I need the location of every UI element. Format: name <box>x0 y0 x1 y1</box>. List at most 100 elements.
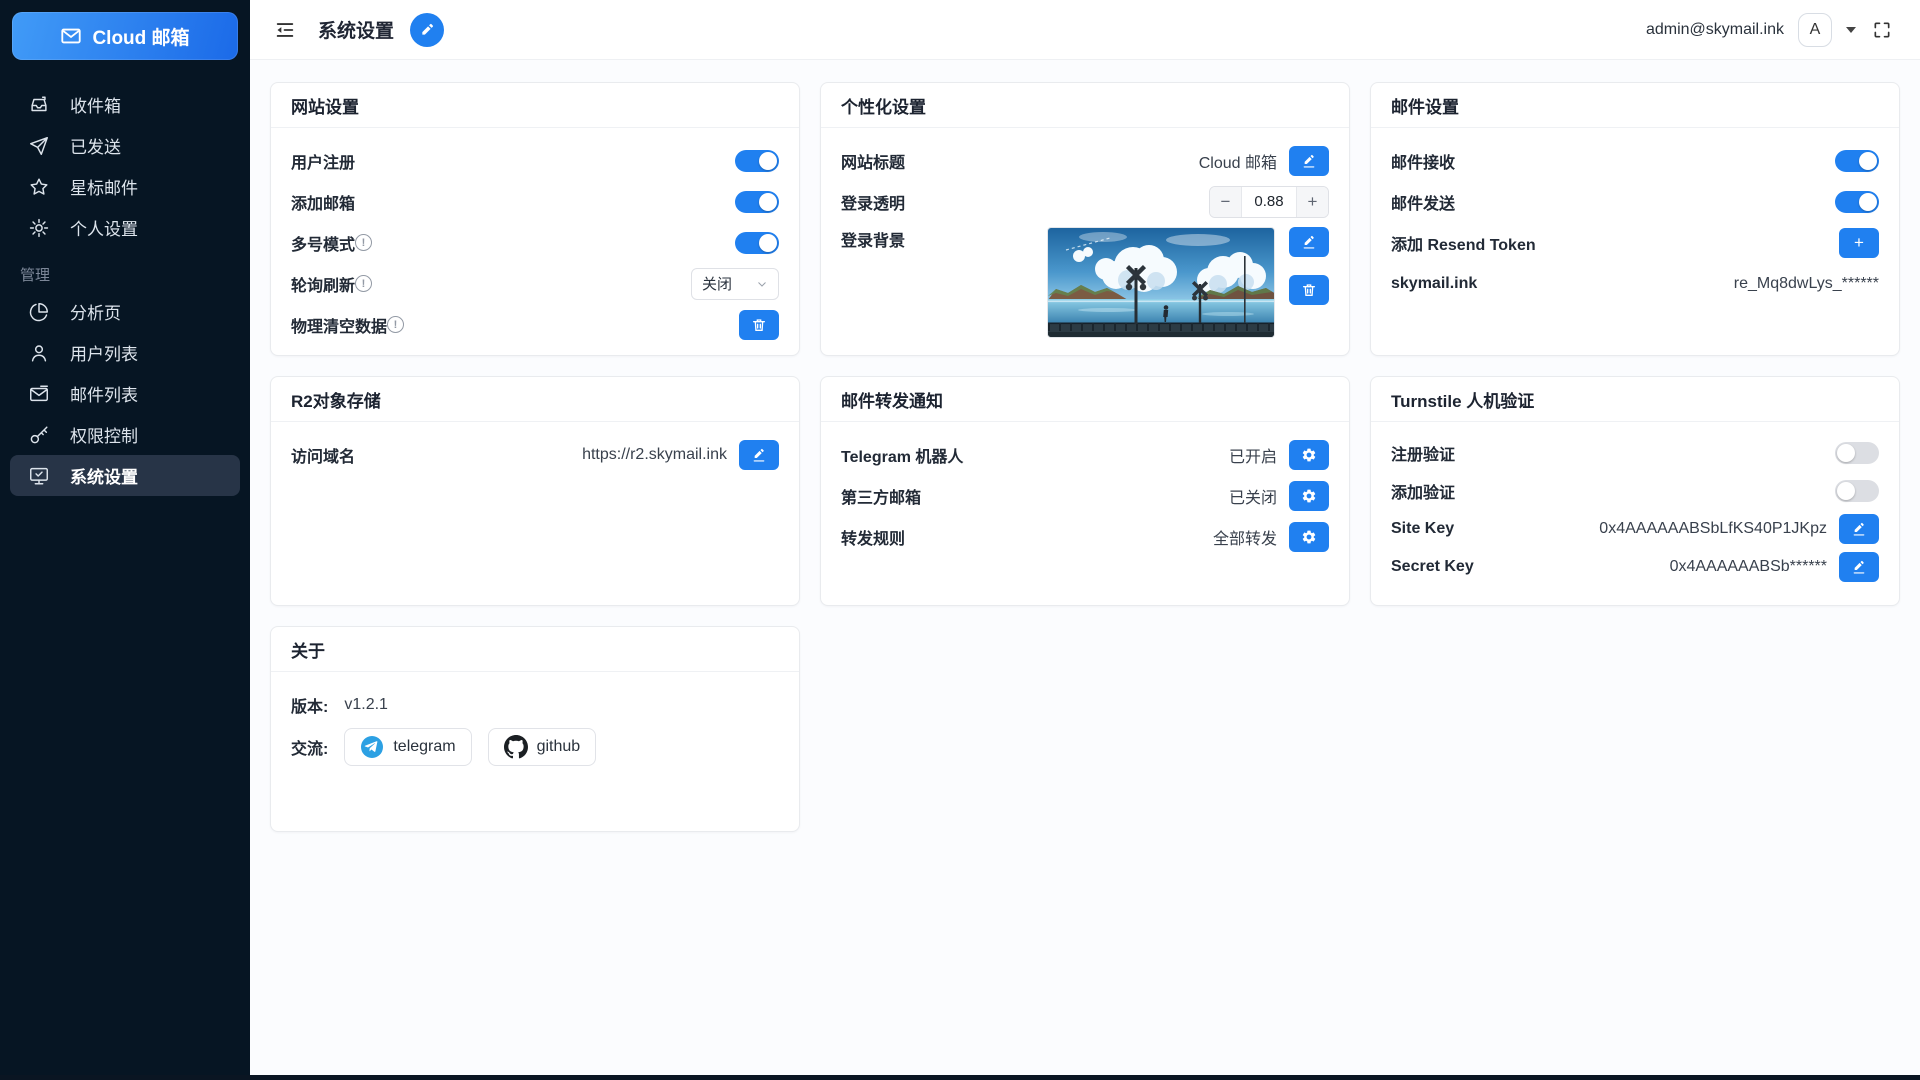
card-site-settings: 网站设置 用户注册 添加邮箱 多号模式 ! <box>270 82 800 356</box>
telegram-icon <box>360 735 384 759</box>
key-icon <box>28 424 50 446</box>
token-domain-label: skymail.ink <box>1391 275 1477 293</box>
user-register-toggle[interactable] <box>735 150 779 172</box>
telegram-link-button[interactable]: telegram <box>344 728 471 766</box>
edit-r2-domain-button[interactable] <box>739 440 779 470</box>
sidebar-nav: 收件箱 已发送 星标邮件 个人设置 管理 分析页 用户列表 邮件列表 <box>0 72 250 496</box>
edit-site-title-button[interactable] <box>1289 146 1329 176</box>
pencil-icon <box>419 22 435 38</box>
setting-row: 版本: v1.2.1 <box>291 684 779 726</box>
sidebar-item-label: 系统设置 <box>70 463 138 488</box>
sidebar-item-sent[interactable]: 已发送 <box>10 125 240 166</box>
sidebar-item-personal-settings[interactable]: 个人设置 <box>10 207 240 248</box>
setting-row: 第三方邮箱 已关闭 <box>841 475 1329 516</box>
site-title-label: 网站标题 <box>841 149 905 173</box>
purge-data-label: 物理清空数据 <box>291 313 387 337</box>
app-logo-button[interactable]: Cloud 邮箱 <box>12 12 238 60</box>
telegram-bot-status: 已开启 <box>1229 443 1277 467</box>
sidebar-item-mail-list[interactable]: 邮件列表 <box>10 373 240 414</box>
sidebar-item-permissions[interactable]: 权限控制 <box>10 414 240 455</box>
gear-icon <box>1301 529 1317 545</box>
login-background-image <box>1048 228 1275 338</box>
fullscreen-button[interactable] <box>1870 18 1894 42</box>
edit-login-background-button[interactable] <box>1289 227 1329 257</box>
setting-row: 登录背景 <box>841 222 1329 338</box>
chevron-down-icon[interactable] <box>1846 27 1856 33</box>
setting-row: Telegram 机器人 已开启 <box>841 434 1329 475</box>
login-background-label: 登录背景 <box>841 227 905 251</box>
add-resend-token-button[interactable]: + <box>1839 228 1879 258</box>
card-title: R2对象存储 <box>271 377 799 422</box>
star-icon <box>28 176 50 198</box>
user-icon <box>28 342 50 364</box>
edit-secret-key-button[interactable] <box>1839 552 1879 582</box>
login-opacity-value[interactable]: 0.88 <box>1242 187 1296 217</box>
purge-data-button[interactable] <box>739 310 779 340</box>
sidebar-section-label: 管理 <box>10 248 240 291</box>
card-r2-storage: R2对象存储 访问域名 https://r2.skymail.ink <box>270 376 800 606</box>
multi-account-toggle[interactable] <box>735 232 779 254</box>
github-link-button[interactable]: github <box>488 728 597 766</box>
login-background-preview[interactable] <box>1047 227 1275 338</box>
trash-icon <box>1301 282 1317 298</box>
gear-icon <box>28 217 50 239</box>
edit-icon <box>1301 234 1317 250</box>
info-icon: ! <box>387 316 404 333</box>
add-mailbox-toggle[interactable] <box>735 191 779 213</box>
mail-receive-toggle[interactable] <box>1835 150 1879 172</box>
stepper-minus-button[interactable]: − <box>1210 187 1242 217</box>
resend-token-label: 添加 Resend Token <box>1391 231 1536 255</box>
github-link-label: github <box>537 738 581 756</box>
sidebar-item-analytics[interactable]: 分析页 <box>10 291 240 332</box>
user-email: admin@skymail.ink <box>1646 21 1784 39</box>
setting-row: 注册验证 <box>1391 434 1879 472</box>
polling-select-value: 关闭 <box>702 273 732 294</box>
sidebar-collapse-button[interactable] <box>272 17 298 43</box>
card-title: Turnstile 人机验证 <box>1371 377 1899 422</box>
sidebar-item-label: 分析页 <box>70 299 121 324</box>
forward-rule-label: 转发规则 <box>841 525 905 549</box>
edit-site-key-button[interactable] <box>1839 514 1879 544</box>
gear-icon <box>1301 488 1317 504</box>
add-verify-toggle[interactable] <box>1835 480 1879 502</box>
settings-grid: 网站设置 用户注册 添加邮箱 多号模式 ! <box>270 82 1900 832</box>
main-area: 系统设置 admin@skymail.ink A 网站设置 用户注册 <box>250 0 1920 1080</box>
sidebar-item-system-settings[interactable]: 系统设置 <box>10 455 240 496</box>
polling-select[interactable]: 关闭 <box>691 268 779 300</box>
third-party-mail-config-button[interactable] <box>1289 481 1329 511</box>
mail-send-toggle[interactable] <box>1835 191 1879 213</box>
site-title-value: Cloud 邮箱 <box>1199 149 1277 173</box>
forward-rule-config-button[interactable] <box>1289 522 1329 552</box>
sidebar: Cloud 邮箱 收件箱 已发送 星标邮件 个人设置 管理 分析页 用户列表 <box>0 0 250 1080</box>
sidebar-item-users[interactable]: 用户列表 <box>10 332 240 373</box>
contact-label: 交流: <box>291 735 328 759</box>
stepper-plus-button[interactable]: + <box>1296 187 1328 217</box>
app-logo-title: Cloud 邮箱 <box>92 23 189 50</box>
mail-receive-label: 邮件接收 <box>1391 149 1455 173</box>
user-register-label: 用户注册 <box>291 149 355 173</box>
page-title: 系统设置 <box>318 16 394 43</box>
edit-icon <box>1301 153 1317 169</box>
delete-login-background-button[interactable] <box>1289 275 1329 305</box>
version-value: v1.2.1 <box>344 696 388 714</box>
polling-label: 轮询刷新 <box>291 272 355 296</box>
sidebar-item-starred[interactable]: 星标邮件 <box>10 166 240 207</box>
telegram-link-label: telegram <box>393 738 455 756</box>
sidebar-item-label: 权限控制 <box>70 422 138 447</box>
forward-rule-status: 全部转发 <box>1213 525 1277 549</box>
edit-icon <box>1851 559 1867 575</box>
card-about: 关于 版本: v1.2.1 交流: telegram <box>270 626 800 832</box>
telegram-bot-label: Telegram 机器人 <box>841 443 963 467</box>
telegram-bot-config-button[interactable] <box>1289 440 1329 470</box>
login-opacity-stepper: − 0.88 + <box>1209 186 1329 218</box>
site-key-value: 0x4AAAAAABSbLfKS40P1JKpz <box>1599 520 1827 538</box>
register-verify-toggle[interactable] <box>1835 442 1879 464</box>
mail-icon <box>60 25 82 47</box>
sidebar-item-label: 星标邮件 <box>70 174 138 199</box>
sidebar-item-inbox[interactable]: 收件箱 <box>10 84 240 125</box>
rename-page-button[interactable] <box>410 13 444 47</box>
avatar[interactable]: A <box>1798 13 1832 47</box>
envelope-icon <box>28 383 50 405</box>
setting-row: 转发规则 全部转发 <box>841 516 1329 557</box>
setting-row: 用户注册 <box>291 140 779 181</box>
